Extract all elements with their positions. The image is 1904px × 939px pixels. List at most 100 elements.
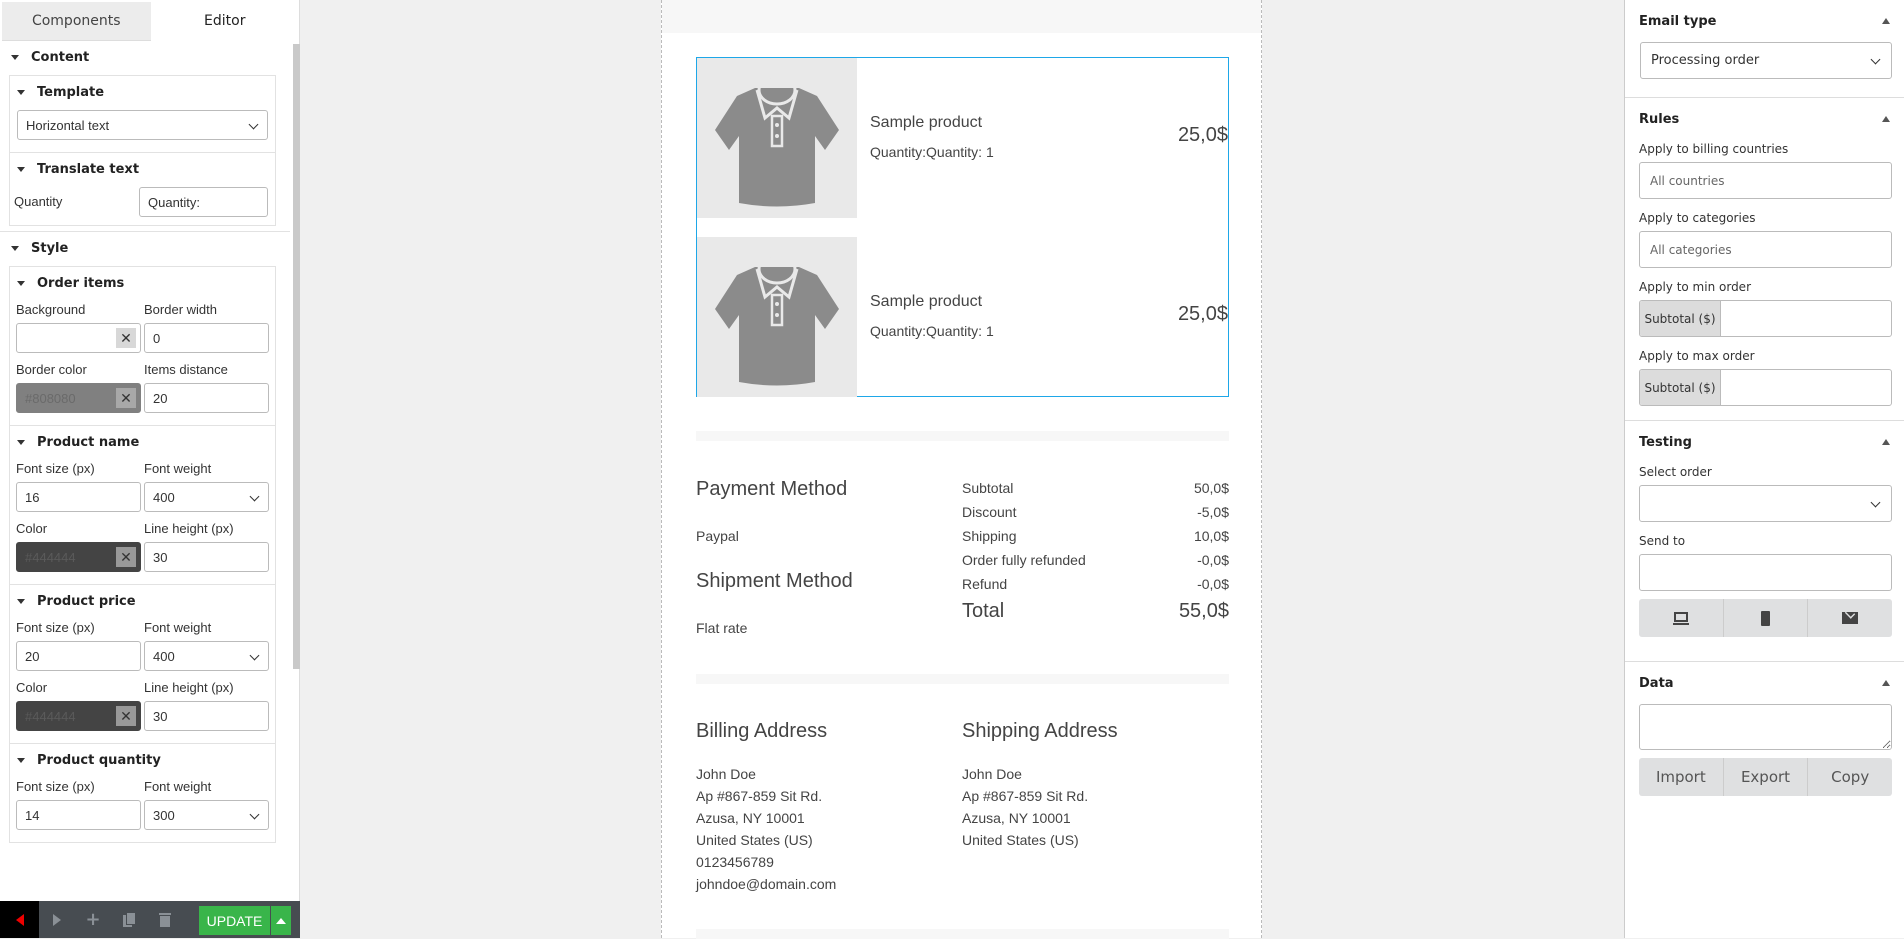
style-section-header[interactable]: Style: [0, 232, 290, 266]
editor-scroll-area: Content Template Horizontal text Transla…: [0, 41, 290, 898]
product-image: [697, 237, 857, 397]
left-panel-scrollbar[interactable]: [293, 44, 300, 669]
min-order-label: Apply to min order: [1639, 280, 1751, 294]
left-panel: Components Editor Content Template Horiz…: [0, 0, 300, 938]
delete-button[interactable]: [147, 912, 183, 927]
product-name: Sample product: [870, 293, 983, 310]
tab-editor[interactable]: Editor: [150, 0, 299, 41]
caret-down-icon: [17, 167, 25, 172]
style-box: Order items Background ✕ Border width 0 …: [9, 266, 276, 843]
product-name-font-size-input[interactable]: 16: [16, 482, 141, 512]
duplicate-button[interactable]: [111, 912, 147, 927]
product-quantity-font-size-input[interactable]: 14: [16, 800, 141, 830]
address-line: United States (US): [962, 832, 1079, 848]
total-row: Total 55,0$: [962, 596, 1229, 626]
product-price-header[interactable]: Product price: [10, 585, 275, 619]
send-to-input[interactable]: [1639, 554, 1892, 591]
tab-components[interactable]: Components: [2, 2, 151, 41]
quantity-translation-input[interactable]: Quantity:: [139, 187, 268, 217]
categories-input[interactable]: All categories: [1639, 231, 1892, 268]
product-quantity-header[interactable]: Product quantity: [10, 744, 275, 778]
send-email-button[interactable]: [1808, 599, 1892, 637]
desktop-preview-button[interactable]: [1639, 599, 1724, 637]
order-items-block[interactable]: Sample product Quantity:Quantity: 1 25,0…: [696, 57, 1229, 397]
product-quantity-font-weight-select[interactable]: 300: [144, 800, 269, 830]
border-width-label: Border width: [144, 302, 217, 317]
font-size-label: Font size (px): [16, 620, 95, 635]
background-color-input[interactable]: ✕: [16, 323, 141, 353]
email-header-block[interactable]: [662, 0, 1261, 33]
translate-header[interactable]: Translate text: [10, 153, 275, 187]
send-email-icon: [1842, 608, 1859, 624]
data-textarea[interactable]: [1639, 704, 1892, 750]
template-header[interactable]: Template: [10, 76, 275, 110]
email-type-select[interactable]: Processing order: [1640, 42, 1892, 79]
product-name-header[interactable]: Product name: [10, 426, 275, 460]
panel-tabs: Components Editor: [0, 0, 299, 41]
product-name: Sample product: [870, 114, 983, 131]
border-color-input[interactable]: #808080 ✕: [16, 383, 141, 413]
testing-header[interactable]: Testing: [1639, 421, 1892, 463]
min-order-input[interactable]: Subtotal ($): [1639, 300, 1892, 337]
product-name-line-height-input[interactable]: 30: [144, 542, 269, 572]
update-options-button[interactable]: [271, 906, 291, 935]
order-totals: Subtotal 50,0$ Discount -5,0$ Shipping 10,0…: [962, 476, 1229, 626]
template-select[interactable]: Horizontal text: [17, 110, 268, 140]
plus-icon: +: [85, 909, 101, 930]
totals-row: Order fully refunded -0,0$: [962, 548, 1229, 572]
email-type-section: Email type Processing order: [1625, 0, 1904, 98]
shipping-address: John Doe Ap #867-859 Sit Rd. Azusa, NY 1…: [962, 763, 1088, 851]
collapse-icon: [1882, 116, 1890, 122]
color-value: #444444: [25, 708, 76, 724]
order-item: Sample product Quantity:Quantity: 1 25,0…: [697, 237, 1228, 397]
billing-countries-input[interactable]: All countries: [1639, 162, 1892, 199]
product-price-font-size-input[interactable]: 20: [16, 641, 141, 671]
totals-label: Subtotal: [962, 480, 1014, 496]
max-order-input[interactable]: Subtotal ($): [1639, 369, 1892, 406]
email-type-header[interactable]: Email type: [1639, 0, 1892, 42]
border-width-input[interactable]: 0: [144, 323, 269, 353]
order-items-header[interactable]: Order items: [10, 267, 275, 301]
clear-icon[interactable]: ✕: [116, 388, 136, 408]
collapse-icon: [1882, 18, 1890, 24]
send-to-label: Send to: [1639, 534, 1686, 548]
back-button[interactable]: [0, 901, 39, 938]
content-section-header[interactable]: Content: [0, 41, 290, 75]
color-label: Color: [16, 521, 48, 536]
forward-arrow-icon: [53, 913, 61, 926]
font-weight-label: Font weight: [144, 779, 212, 794]
font-size-label: Font size (px): [16, 461, 95, 476]
address-line: Ap #867-859 Sit Rd.: [962, 788, 1089, 804]
items-distance-input[interactable]: 20: [144, 383, 269, 413]
product-price-color-input[interactable]: #444444 ✕: [16, 701, 141, 731]
clear-icon[interactable]: ✕: [116, 547, 136, 567]
mobile-preview-button[interactable]: [1724, 599, 1809, 637]
export-button[interactable]: Export: [1724, 758, 1809, 796]
rules-header[interactable]: Rules: [1639, 98, 1892, 140]
product-name-color-input[interactable]: #444444 ✕: [16, 542, 141, 572]
select-order-select[interactable]: [1639, 485, 1892, 522]
clear-icon[interactable]: ✕: [116, 328, 136, 348]
product-price-font-weight-select[interactable]: 400: [144, 641, 269, 671]
trash-icon: [159, 912, 171, 927]
forward-button[interactable]: [39, 913, 75, 926]
data-header[interactable]: Data: [1639, 662, 1892, 704]
address-email: johndoe@domain.com: [696, 876, 837, 892]
quantity-label: Quantity: [14, 194, 63, 209]
add-button[interactable]: +: [75, 909, 111, 930]
totals-value: 50,0$: [1193, 480, 1229, 496]
preview-button-group: [1639, 599, 1892, 637]
totals-label: Refund: [962, 576, 1008, 592]
clear-icon[interactable]: ✕: [116, 706, 136, 726]
totals-row: Shipping 10,0$: [962, 524, 1229, 548]
import-button[interactable]: Import: [1639, 758, 1724, 796]
copy-button[interactable]: Copy: [1808, 758, 1892, 796]
product-price-line-height-input[interactable]: 30: [144, 701, 269, 731]
totals-value: -0,0$: [1197, 576, 1229, 592]
content-section-title: Content: [31, 50, 90, 65]
translate-group: Translate text Quantity Quantity:: [10, 153, 275, 225]
product-name-font-weight-select[interactable]: 400: [144, 482, 269, 512]
update-button[interactable]: UPDATE: [199, 906, 270, 935]
payment-method-value: Paypal: [696, 528, 739, 544]
billing-countries-label: Apply to billing countries: [1639, 142, 1789, 156]
